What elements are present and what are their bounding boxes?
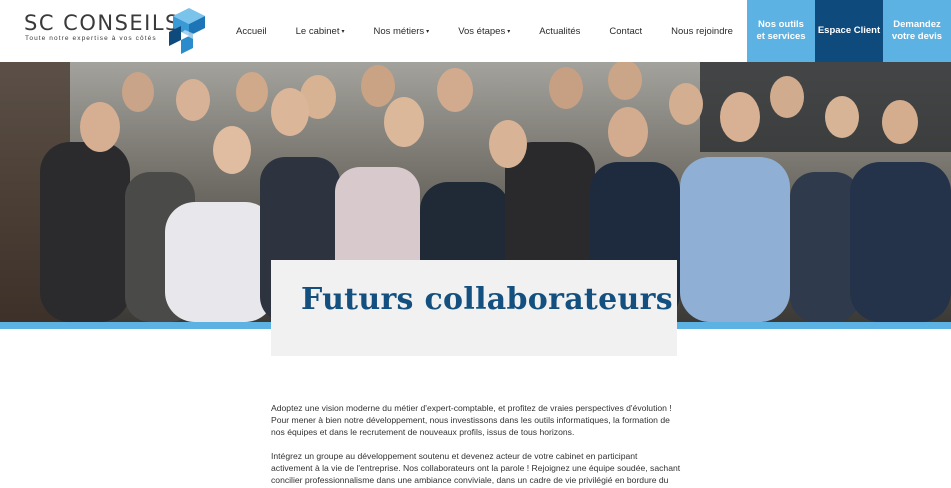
nav-nous-rejoindre[interactable]: Nous rejoindre [671,26,733,37]
nav-le-cabinet-label: Le cabinet [295,25,340,37]
nav-le-cabinet[interactable]: Le cabinet ▾ [296,26,345,37]
nav-nos-metiers[interactable]: Nos métiers ▾ [373,26,429,37]
page-title-card: Futurs collaborateurs [271,260,677,356]
site-header: SC CONSEILS Toute notre expertise à vos … [0,0,951,62]
nav-actualites[interactable]: Actualités [539,26,580,37]
nav-actualites-label: Actualités [539,25,581,37]
nav-vos-etapes[interactable]: Vos étapes ▾ [458,26,510,37]
client-space-button[interactable]: Espace Client [815,0,883,62]
main-nav: Accueil Le cabinet ▾ Nos métiers ▾ Vos éta… [236,0,762,62]
nav-vos-etapes-label: Vos étapes [458,25,506,37]
logo-name: SC CONSEILS [24,11,180,35]
logo-cube-icon [169,8,205,54]
request-quote-button[interactable]: Demandez votre devis [883,0,951,62]
intro-paragraph: Adoptez une vision moderne du métier d'e… [271,403,672,437]
team-paragraph: Intégrez un groupe au développement sout… [271,451,681,485]
nav-accueil[interactable]: Accueil [236,26,267,37]
tools-services-button[interactable]: Nos outils et services [747,0,815,62]
client-space-label: Espace Client [817,25,881,36]
chevron-down-icon: ▾ [341,28,345,35]
nav-nous-rejoindre-label: Nous rejoindre [671,25,733,37]
chevron-down-icon: ▾ [507,28,511,35]
page-title: Futurs collaborateurs [301,282,673,317]
tools-label-line2: et services [756,31,806,42]
nav-contact-label: Contact [609,25,643,37]
logo-tagline: Toute notre expertise à vos côtés [25,35,157,42]
main-content: Adoptez une vision moderne du métier d'e… [271,402,681,488]
logo[interactable]: SC CONSEILS Toute notre expertise à vos … [22,6,212,56]
chevron-down-icon: ▾ [426,28,430,35]
tools-label-line1: Nos outils [758,19,804,30]
nav-nos-metiers-label: Nos métiers [373,25,425,37]
nav-contact[interactable]: Contact [609,26,642,37]
quote-label-line1: Demandez [893,19,941,30]
nav-accueil-label: Accueil [236,25,267,37]
quote-label-line2: votre devis [891,31,943,42]
